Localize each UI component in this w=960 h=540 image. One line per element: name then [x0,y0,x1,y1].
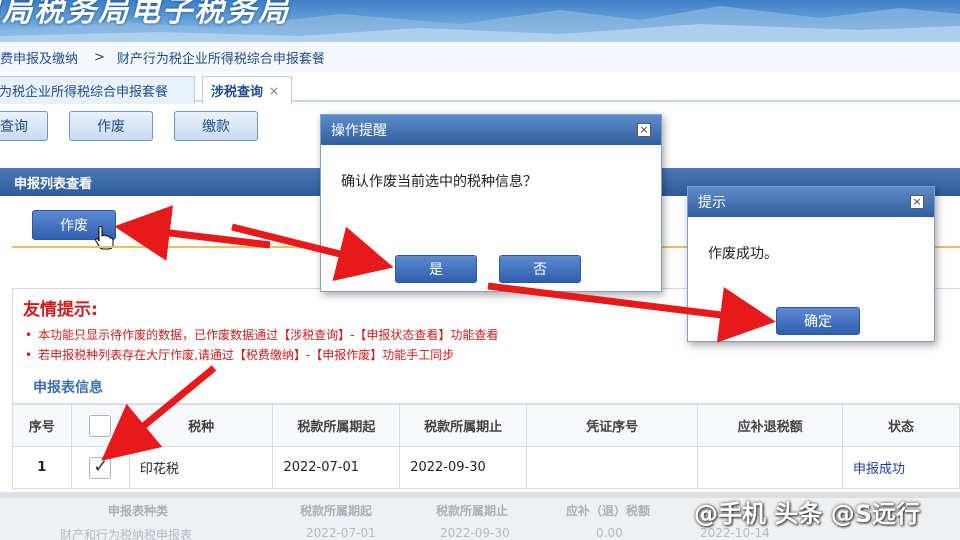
col-header: 状态 [841,404,960,447]
col-header-checkbox [70,404,130,447]
col-header: 凭证序号 [525,404,699,447]
breadcrumb: 费申报及缴纳 > 财产行为税企业所得税综合申报套餐 [0,42,960,72]
bg-col-header: 申报表种类 [108,504,169,518]
status-link[interactable]: 申报成功 [853,462,905,477]
tab-label: 涉税查询 [211,85,264,100]
filing-table: 序号 税种 税款所属期起 税款所属期止 凭证序号 应补退税额 状态 1 印花税 … [12,404,960,489]
dialog-message: 确认作废当前选中的税种信息？ [341,174,537,190]
tab-label: 为税企业所得税综合申报套餐 [0,85,169,100]
ok-button[interactable]: 确定 [776,307,860,335]
tips-title: 友情提示: [23,300,98,320]
tab-comprehensive-filing[interactable]: 为税企业所得税综合申报套餐 [0,76,195,104]
watermark-text: 头条 @S远行 [774,500,920,528]
period-end-cell: 2022-09-30 [399,446,527,489]
watermark-prefix: @手机 [694,500,766,528]
tip-item: 本功能只显示待作废的数据，已作废数据通过【涉税查询】-【申报状态查看】功能查看 [25,325,498,345]
bg-cell: 2022-09-30 [440,526,510,540]
dialog-header: 操作提醒 × [321,115,661,145]
dialog-header: 提示 × [688,187,934,217]
bg-col-header: 税款所属期起 [300,504,373,518]
dialog-message: 作废成功。 [708,246,778,262]
col-header: 应补退税额 [697,404,843,447]
row-checkbox[interactable] [89,456,112,479]
dialog-title: 操作提醒 [331,123,387,139]
row-checkbox-cell [70,446,130,489]
breadcrumb-separator: > [94,49,105,65]
tab-tax-query[interactable]: 涉税查询 × [202,76,292,104]
section-title: 申报表信息 [33,380,103,396]
tab-bar: 为税企业所得税综合申报套餐 涉税查询 × [0,72,960,104]
close-icon[interactable]: × [269,84,279,98]
col-header: 税款所属期止 [399,404,527,447]
close-icon[interactable]: × [910,195,924,209]
tip-item: 若申报税种列表存在大厅作废,请通过【税费缴纳】-【申报作废】功能手工同步 [25,345,498,365]
amount-cell [697,446,843,489]
info-dialog: 提示 × 作废成功。 确定 [687,186,935,342]
pay-button[interactable]: 缴款 [174,111,258,141]
bg-col-header: 税款所属期止 [436,504,509,518]
voucher-cell [525,446,699,489]
tips-list: 本功能只显示待作废的数据，已作废数据通过【涉税查询】-【申报状态查看】功能查看 … [25,325,498,365]
breadcrumb-item[interactable]: 费申报及缴纳 [0,48,78,67]
col-header: 序号 [12,404,72,447]
col-header: 税款所属期起 [272,404,401,447]
bg-cell: 0.00 [596,526,623,540]
dialog-title: 提示 [698,195,726,211]
watermark: @手机 头条 @S远行 [694,494,920,529]
table-header-row: 序号 税种 税款所属期起 税款所属期止 凭证序号 应补退税额 状态 [12,404,960,447]
banner-title: 电局税务局电子税务局 [0,0,290,29]
arrow-to-void-button [114,205,271,261]
bg-col-header: 应补（退）税额 [566,504,651,518]
no-button[interactable]: 否 [499,255,581,283]
breadcrumb-item[interactable]: 财产行为税企业所得税综合申报套餐 [117,48,325,67]
row-index: 1 [12,446,72,489]
site-banner: 电局税务局电子税务局 [0,0,960,42]
col-header: 税种 [128,404,274,447]
void-button[interactable]: 作废 [69,111,153,141]
bg-cell: 2022-07-01 [306,526,376,540]
bg-cell: 财产和行为税纳税申报表 [60,528,193,540]
close-icon[interactable]: × [637,123,651,137]
yes-button[interactable]: 是 [395,255,477,283]
select-all-checkbox[interactable] [89,414,112,437]
status-cell: 申报成功 [841,446,960,489]
period-start-cell: 2022-07-01 [272,446,401,489]
table-row[interactable]: 1 印花税 2022-07-01 2022-09-30 申报成功 [12,446,960,489]
query-button[interactable]: 查询 [0,111,48,141]
tax-type-cell: 印花税 [128,446,274,489]
confirm-dialog: 操作提醒 × 确认作废当前选中的税种信息？ 是 否 [320,114,662,292]
